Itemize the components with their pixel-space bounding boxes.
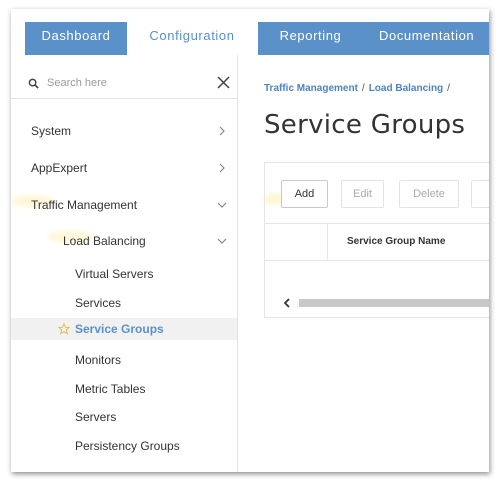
sidebar-search <box>11 69 238 99</box>
sidebar-item-label: AppExpert <box>31 161 88 175</box>
sidebar-item-label: Persistency Groups <box>75 439 180 453</box>
sidebar-item-label: System <box>31 124 72 138</box>
tab-dashboard[interactable]: Dashboard <box>25 22 127 55</box>
edit-button[interactable]: Edit <box>341 180 384 208</box>
add-button[interactable]: Add <box>281 180 328 208</box>
horizontal-scrollbar[interactable] <box>279 297 489 309</box>
app-window: Dashboard Configuration Reporting Docume… <box>11 9 489 472</box>
sidebar-item-system[interactable]: System <box>11 118 237 144</box>
sidebar-item-label: Service Groups <box>75 322 164 336</box>
breadcrumb-separator: / <box>447 83 450 94</box>
search-icon <box>28 78 39 89</box>
chevron-right-icon <box>219 126 225 136</box>
chevron-down-icon <box>217 202 227 208</box>
sidebar-item-label: Monitors <box>75 353 122 367</box>
sidebar-item-monitors[interactable]: Monitors <box>11 347 237 373</box>
sidebar-item-services[interactable]: Services <box>11 290 237 316</box>
sidebar-item-label: Load Balancing <box>63 234 146 248</box>
breadcrumb-traffic-management[interactable]: Traffic Management <box>264 83 358 94</box>
sidebar-item-label: Traffic Management <box>31 198 138 212</box>
breadcrumb-separator: / <box>361 83 365 94</box>
star-icon[interactable] <box>58 323 70 335</box>
sidebar-item-traffic-management[interactable]: Traffic Management <box>11 192 237 218</box>
sidebar-item-virtual-servers[interactable]: Virtual Servers <box>11 261 237 287</box>
main-content: Traffic Management / Load Balancing / Servi… <box>238 55 489 472</box>
tab-reporting[interactable]: Reporting <box>258 22 363 55</box>
scrollbar-thumb[interactable] <box>299 299 489 307</box>
sidebar-item-appexpert[interactable]: AppExpert <box>11 155 237 181</box>
delete-button[interactable]: Delete <box>399 180 459 208</box>
chevron-down-icon <box>217 238 227 244</box>
sidebar: System AppExpert Traffic Management Load… <box>11 55 238 472</box>
page-title: Service Groups <box>264 110 466 140</box>
search-input[interactable] <box>47 74 197 92</box>
tab-documentation[interactable]: Documentation <box>363 22 489 55</box>
sidebar-item-label: Servers <box>75 410 117 424</box>
sidebar-item-service-groups[interactable]: Service Groups <box>11 318 237 340</box>
sidebar-item-servers[interactable]: Servers <box>11 404 237 430</box>
sidebar-item-persistency-groups[interactable]: Persistency Groups <box>11 433 237 459</box>
top-navigation: Dashboard Configuration Reporting Docume… <box>11 9 489 55</box>
sidebar-item-label: Metric Tables <box>75 382 146 396</box>
service-groups-panel: Add Edit Delete Service Group Name <box>263 162 489 318</box>
column-header-service-group-name[interactable]: Service Group Name <box>347 236 445 247</box>
breadcrumb-load-balancing[interactable]: Load Balancing <box>369 83 443 94</box>
tab-configuration[interactable]: Configuration <box>133 22 251 55</box>
chevron-left-icon[interactable] <box>282 298 292 308</box>
sidebar-item-label: Services <box>75 296 122 310</box>
table-header: Service Group Name <box>265 223 489 261</box>
close-icon[interactable] <box>217 76 230 89</box>
sidebar-item-load-balancing[interactable]: Load Balancing <box>11 228 237 254</box>
sidebar-item-metric-tables[interactable]: Metric Tables <box>11 376 237 402</box>
more-actions-button[interactable] <box>471 180 489 208</box>
column-divider <box>327 224 328 261</box>
chevron-right-icon <box>219 163 225 173</box>
breadcrumb: Traffic Management / Load Balancing / <box>264 83 454 94</box>
sidebar-item-label: Virtual Servers <box>75 267 154 281</box>
